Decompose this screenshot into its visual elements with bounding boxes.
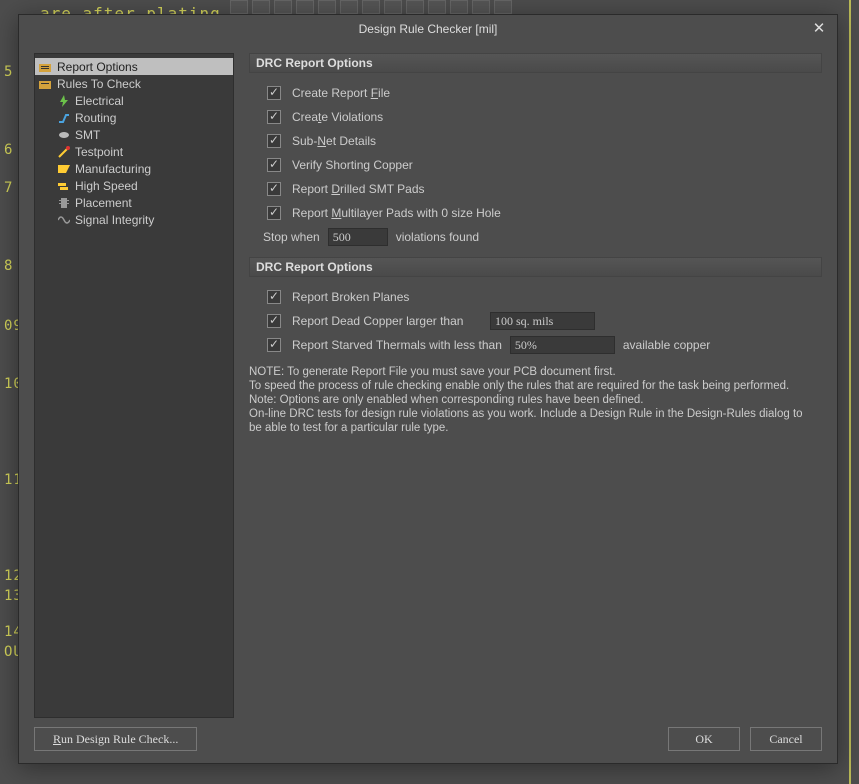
input-stop-when[interactable] — [328, 228, 388, 246]
ok-button[interactable]: OK — [668, 727, 740, 751]
close-icon[interactable]: ✕ — [811, 20, 827, 36]
dialog-footer: Run Design Rule Check... OK Cancel — [19, 723, 837, 763]
lbl-stop-when: Stop when — [263, 230, 320, 244]
tree-item-routing[interactable]: Routing — [35, 109, 233, 126]
lbl-broken-planes: Report Broken Planes — [292, 290, 409, 304]
lbl-multilayer: Report Multilayer Pads with 0 size Hole — [292, 206, 501, 220]
dialog-titlebar: Design Rule Checker [mil] ✕ — [19, 15, 837, 43]
tree-item-testpoint[interactable]: Testpoint — [35, 143, 233, 160]
drc-dialog: Design Rule Checker [mil] ✕ Report Optio… — [18, 14, 838, 764]
note-text: NOTE: To generate Report File you must s… — [249, 365, 822, 435]
input-starved[interactable] — [510, 336, 615, 354]
tree-label: Testpoint — [75, 145, 123, 159]
tree-label: Electrical — [75, 94, 124, 108]
cb-multilayer[interactable] — [267, 206, 281, 220]
content-pane: DRC Report Options Create Report File Cr… — [249, 53, 822, 718]
tree-label: High Speed — [75, 179, 138, 193]
rules-tree[interactable]: Report Options Rules To Check Electrical… — [34, 53, 234, 718]
lbl-drilled-smt: Report Drilled SMT Pads — [292, 182, 425, 196]
cb-starved-thermals[interactable] — [267, 338, 281, 352]
cb-create-violations[interactable] — [267, 110, 281, 124]
dialog-title: Design Rule Checker [mil] — [359, 22, 498, 36]
section1-header: DRC Report Options — [249, 53, 822, 73]
tree-item-manufacturing[interactable]: Manufacturing — [35, 160, 233, 177]
tree-label: Placement — [75, 196, 132, 210]
tree-item-signal-integrity[interactable]: Signal Integrity — [35, 211, 233, 228]
tree-item-smt[interactable]: SMT — [35, 126, 233, 143]
run-drc-button[interactable]: Run Design Rule Check... — [34, 727, 197, 751]
cb-create-report[interactable] — [267, 86, 281, 100]
tree-item-high-speed[interactable]: High Speed — [35, 177, 233, 194]
input-dead-copper[interactable] — [490, 312, 595, 330]
cb-broken-planes[interactable] — [267, 290, 281, 304]
electrical-icon — [57, 95, 71, 107]
lbl-starved: Report Starved Thermals with less than — [292, 338, 502, 352]
tree-label: Manufacturing — [75, 162, 151, 176]
report-icon — [39, 61, 53, 73]
tree-label: Signal Integrity — [75, 213, 154, 227]
lbl-create-report: Create Report File — [292, 86, 390, 100]
tree-item-report-options[interactable]: Report Options — [35, 58, 233, 75]
lbl-violations-found: violations found — [396, 230, 479, 244]
cb-dead-copper[interactable] — [267, 314, 281, 328]
high-speed-icon — [57, 180, 71, 192]
placement-icon — [57, 197, 71, 209]
tree-item-rules-to-check[interactable]: Rules To Check — [35, 75, 233, 92]
bg-yellow-line — [849, 0, 851, 784]
lbl-dead-copper: Report Dead Copper larger than — [292, 314, 482, 328]
smt-icon — [57, 129, 71, 141]
signal-integrity-icon — [57, 214, 71, 226]
rules-icon — [39, 78, 53, 90]
lbl-verify-short: Verify Shorting Copper — [292, 158, 413, 172]
tree-label: Rules To Check — [57, 77, 141, 91]
routing-icon — [57, 112, 71, 124]
section2-header: DRC Report Options — [249, 257, 822, 277]
tree-label: Report Options — [57, 60, 138, 74]
lbl-create-violations: Create Violations — [292, 110, 383, 124]
tree-label: Routing — [75, 111, 116, 125]
lbl-subnet: Sub-Net Details — [292, 134, 376, 148]
manufacturing-icon — [57, 163, 71, 175]
cb-subnet[interactable] — [267, 134, 281, 148]
tree-label: SMT — [75, 128, 100, 142]
lbl-avail-copper: available copper — [623, 338, 710, 352]
tree-item-placement[interactable]: Placement — [35, 194, 233, 211]
testpoint-icon — [57, 146, 71, 158]
cancel-button[interactable]: Cancel — [750, 727, 822, 751]
cb-verify-short[interactable] — [267, 158, 281, 172]
tree-item-electrical[interactable]: Electrical — [35, 92, 233, 109]
cb-drilled-smt[interactable] — [267, 182, 281, 196]
